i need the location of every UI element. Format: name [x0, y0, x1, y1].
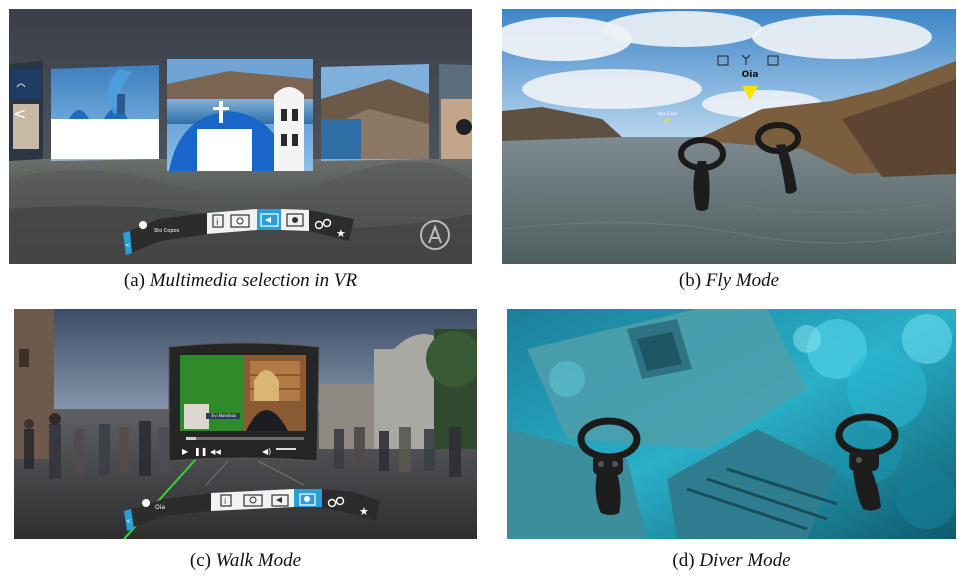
panel-fly-mode: Oia Agia Eirini — [502, 9, 956, 264]
pause-icon[interactable]: ❚❚ — [194, 447, 207, 456]
panel-multimedia-selection: < < Sto Copos i ★ — [9, 9, 472, 264]
gallery-photo-left[interactable] — [51, 65, 159, 161]
caption-b: (b) Fly Mode — [678, 270, 780, 291]
svg-text:i: i — [216, 218, 219, 228]
poi-label-small: Agia Eirini — [657, 111, 677, 116]
video-progress-track[interactable] — [186, 437, 304, 440]
volume-icon[interactable]: ◀) — [262, 447, 271, 456]
menu-location-label: Sto Copos — [154, 228, 180, 234]
video-player-panel[interactable]: Evi Nomikou ▶ ❚❚ ◀◀ ◀) — [168, 342, 320, 462]
video-lower-third: Evi Nomikou — [212, 413, 237, 418]
rewind-icon[interactable]: ◀◀ — [210, 448, 221, 456]
panel-walk-mode: Evi Nomikou ▶ ❚❚ ◀◀ ◀) < Oia i ★ — [14, 309, 477, 539]
walk-menu-location-label: Oia — [155, 504, 165, 511]
gallery-photo-far-right[interactable] — [439, 64, 472, 161]
panel-diver-mode — [507, 309, 956, 539]
caption-c: (c) Walk Mode — [189, 550, 302, 571]
svg-text:<: < — [125, 242, 130, 249]
star-icon[interactable]: ★ — [336, 227, 346, 240]
poi-label-oia: Oia — [742, 70, 759, 80]
svg-text:<: < — [126, 518, 131, 525]
svg-text:i: i — [224, 497, 226, 506]
nav-left-arrow-icon[interactable]: < — [13, 104, 26, 123]
walk-mode-scene: Evi Nomikou ▶ ❚❚ ◀◀ ◀) < Oia i ★ — [14, 309, 477, 539]
gallery-photo-selected[interactable] — [167, 59, 313, 171]
volume-slider[interactable] — [276, 448, 296, 450]
play-icon[interactable]: ▶ — [182, 447, 189, 456]
caption-a: (a) Multimedia selection in VR — [123, 270, 358, 291]
diver-mode-scene — [507, 309, 956, 539]
gallery-photo-right[interactable] — [321, 64, 429, 161]
video-progress-fill — [186, 437, 196, 440]
vr-gallery-scene: < < Sto Copos i ★ — [9, 9, 472, 264]
walk-star-icon[interactable]: ★ — [359, 505, 369, 518]
fly-mode-scene: Oia Agia Eirini — [502, 9, 956, 264]
caption-d: (d) Diver Mode — [672, 550, 791, 571]
poi-marker-small-icon[interactable] — [665, 118, 669, 122]
